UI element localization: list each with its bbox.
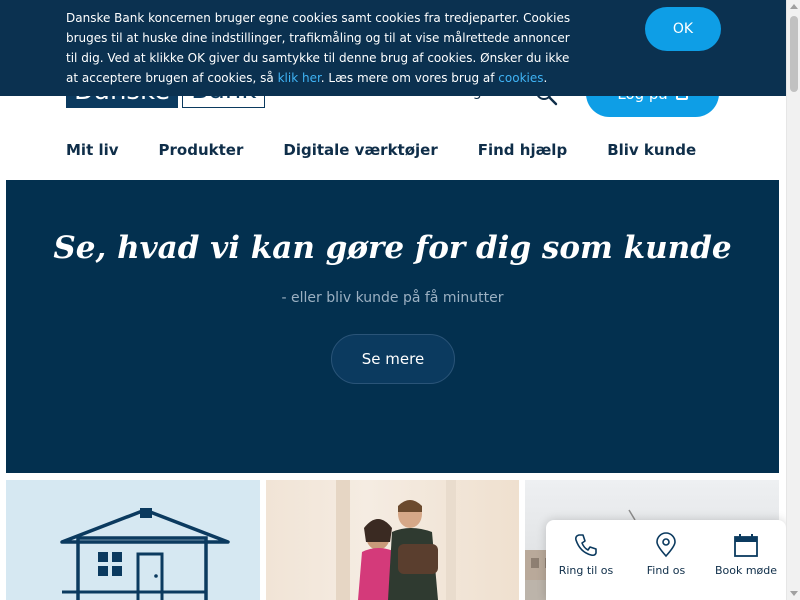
card-housing[interactable]: [6, 480, 260, 600]
find-us-label: Find os: [646, 564, 686, 577]
house-icon: [60, 508, 230, 600]
main-nav: Mit liv Produkter Digitale værktøjer Fin…: [66, 141, 696, 159]
cookie-opt-out-link[interactable]: klik her: [278, 71, 321, 85]
cookie-text-part-3: .: [543, 71, 548, 85]
nav-item-digitale-vaerktoejer[interactable]: Digitale værktøjer: [283, 141, 437, 159]
cookie-text-part-2: . Læs mere om vores brug af: [320, 71, 499, 85]
hero-banner: Se, hvad vi kan gøre for dig som kunde -…: [6, 180, 779, 473]
cookie-text: Danske Bank koncernen bruger egne cookie…: [66, 8, 576, 88]
call-us-button[interactable]: Ring til os: [546, 520, 626, 600]
cookie-banner: Danske Bank koncernen bruger egne cookie…: [0, 0, 786, 96]
find-us-button[interactable]: Find os: [626, 520, 706, 600]
nav-item-produkter[interactable]: Produkter: [159, 141, 244, 159]
book-meeting-button[interactable]: Book møde: [706, 520, 786, 600]
scroll-thumb[interactable]: [790, 16, 798, 92]
page-scrollbar[interactable]: [786, 0, 800, 600]
card-people-photo[interactable]: [266, 480, 519, 600]
scroll-up-icon[interactable]: [790, 4, 798, 9]
hero-subtitle: - eller bliv kunde på få minutter: [281, 290, 504, 306]
scroll-down-icon[interactable]: [790, 591, 798, 596]
book-meeting-label: Book møde: [714, 564, 778, 577]
couple-photo: [336, 480, 456, 600]
calendar-icon: [734, 534, 758, 557]
contact-widget: Ring til os Find os Book møde: [546, 520, 786, 600]
phone-icon: [575, 534, 597, 557]
hero-title: Se, hvad vi kan gøre for dig som kunde: [53, 230, 732, 266]
nav-item-find-hjaelp[interactable]: Find hjælp: [478, 141, 567, 159]
cookie-ok-button[interactable]: OK: [645, 7, 721, 51]
cookie-policy-link[interactable]: cookies: [498, 71, 543, 85]
see-more-button[interactable]: Se mere: [331, 334, 455, 384]
nav-item-bliv-kunde[interactable]: Bliv kunde: [607, 141, 696, 159]
location-pin-icon: [656, 532, 676, 558]
call-us-label: Ring til os: [558, 564, 614, 577]
nav-item-mit-liv[interactable]: Mit liv: [66, 141, 119, 159]
